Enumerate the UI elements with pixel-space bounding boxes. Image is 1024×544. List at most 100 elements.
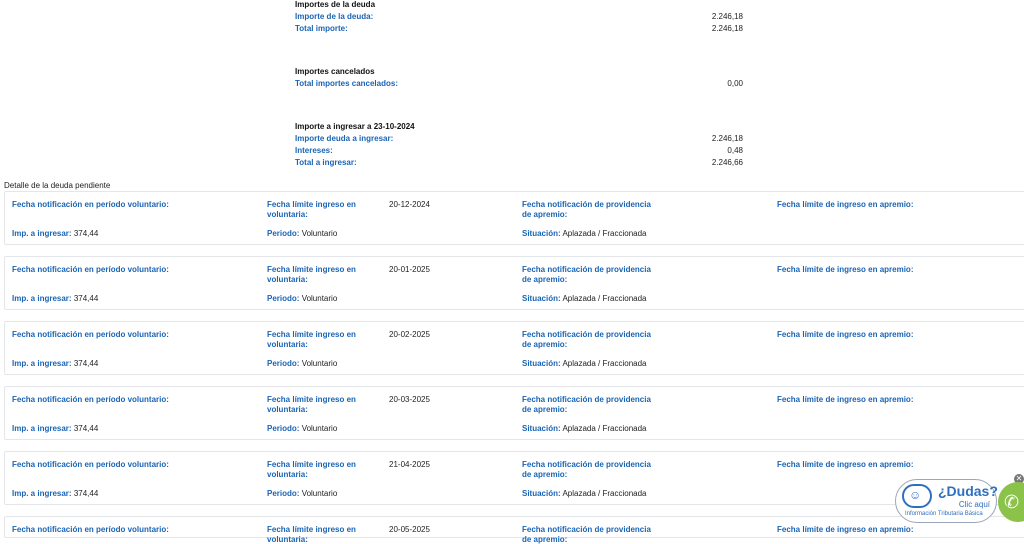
help-subtitle: Información Tributaria Básica [905,511,983,517]
label-limit-apremio: Fecha límite de ingreso en apremio: [777,395,914,404]
limit-date: 20-02-2025 [389,330,430,339]
status-field: Situación: Aplazada / Fraccionada [522,424,722,434]
status-field: Situación: Aplazada / Fraccionada [522,359,722,369]
amount-field: Imp. a ingresar: 374,44 [12,489,172,499]
label-limit-apremio: Fecha límite de ingreso en apremio: [777,330,914,339]
status-label: Situación: [522,229,561,238]
amount-label: Imp. a ingresar: [12,294,72,303]
label-notif-vol: Fecha notificación en período voluntario… [12,460,169,469]
detail-title: Detalle de la deuda pendiente [4,181,111,190]
limit-date: 20-05-2025 [389,525,430,534]
period-value: Voluntario [301,294,338,303]
period-field: Periodo: Voluntario [267,229,377,239]
status-field: Situación: Aplazada / Fraccionada [522,294,722,304]
amount-to-pay-section: Importe a ingresar a 23-10-2024 Importe … [295,121,743,169]
status-value: Aplazada / Fraccionada [562,424,647,433]
status-field: Situación: Aplazada / Fraccionada [522,489,722,499]
label-limit-vol: Fecha límite ingreso en voluntaria: [267,460,356,479]
summary-value: 2.246,18 [711,134,743,143]
label-notif-prov: Fecha notificación de providencia de apr… [522,265,651,284]
label-limit-apremio: Fecha límite de ingreso en apremio: [777,525,914,534]
label-notif-prov: Fecha notificación de providencia de apr… [522,525,651,544]
period-field: Periodo: Voluntario [267,359,377,369]
status-value: Aplazada / Fraccionada [562,294,647,303]
summary-label: Importe deuda a ingresar: [295,134,394,143]
cancelled-amounts-section: Importes cancelados Total importes cance… [295,66,743,90]
summary-value: 2.246,18 [711,12,743,21]
period-field: Periodo: Voluntario [267,489,377,499]
amount-field: Imp. a ingresar: 374,44 [12,229,172,239]
period-label: Periodo: [267,424,300,433]
period-label: Periodo: [267,489,300,498]
period-value: Voluntario [301,424,338,433]
summary-label: Importe de la deuda: [295,12,374,21]
period-field: Periodo: Voluntario [267,294,377,304]
label-notif-vol: Fecha notificación en período voluntario… [12,525,169,534]
summary-row: Total importes cancelados: 0,00 [295,78,743,90]
amount-label: Imp. a ingresar: [12,424,72,433]
label-notif-prov: Fecha notificación de providencia de apr… [522,395,651,414]
limit-date: 20-01-2025 [389,265,430,274]
period-value: Voluntario [301,359,338,368]
label-notif-vol: Fecha notificación en período voluntario… [12,200,169,209]
period-label: Periodo: [267,359,300,368]
period-label: Periodo: [267,229,300,238]
amount-field: Imp. a ingresar: 374,44 [12,294,172,304]
amount-value: 374,44 [73,424,99,433]
summary-value: 2.246,18 [711,24,743,33]
summary-value: 0,48 [727,146,743,155]
label-limit-vol: Fecha límite ingreso en voluntaria: [267,200,356,219]
help-widget[interactable]: ☺ ¿Dudas? Clic aquí Información Tributar… [895,479,998,523]
debt-installment-card: Fecha notificación en período voluntario… [4,191,1024,245]
debt-installment-card: Fecha notificación en período voluntario… [4,256,1024,310]
label-notif-prov: Fecha notificación de providencia de apr… [522,200,651,219]
amount-field: Imp. a ingresar: 374,44 [12,424,172,434]
summary-row: Intereses: 0,48 [295,145,743,157]
debt-installment-card: Fecha notificación en período voluntario… [4,386,1024,440]
label-limit-vol: Fecha límite ingreso en voluntaria: [267,395,356,414]
period-value: Voluntario [301,229,338,238]
label-limit-vol: Fecha límite ingreso en voluntaria: [267,265,356,284]
summary-value: 2.246,66 [711,158,743,167]
period-field: Periodo: Voluntario [267,424,377,434]
summary-label: Total a ingresar: [295,158,357,167]
status-label: Situación: [522,359,561,368]
amount-value: 374,44 [73,294,99,303]
label-limit-apremio: Fecha límite de ingreso en apremio: [777,460,914,469]
summary-row: Importe deuda a ingresar: 2.246,18 [295,133,743,145]
period-label: Periodo: [267,294,300,303]
section-title: Importes de la deuda [295,0,376,9]
amount-value: 374,44 [73,489,99,498]
amount-field: Imp. a ingresar: 374,44 [12,359,172,369]
label-limit-vol: Fecha límite ingreso en voluntaria: [267,525,356,544]
help-click-link[interactable]: Clic aquí [959,500,990,509]
summary-label: Total importe: [295,24,348,33]
status-value: Aplazada / Fraccionada [562,359,647,368]
amount-value: 374,44 [73,359,99,368]
debt-amounts-section: Importes de la deuda Importe de la deuda… [295,0,743,35]
summary-label: Intereses: [295,146,333,155]
headset-icon: ☺ [902,484,932,508]
summary-row: Total a ingresar: 2.246,66 [295,157,743,169]
label-notif-prov: Fecha notificación de providencia de apr… [522,460,651,479]
summary-row: Importe de la deuda: 2.246,18 [295,11,743,23]
status-value: Aplazada / Fraccionada [562,489,647,498]
status-value: Aplazada / Fraccionada [562,229,647,238]
debt-installment-card: Fecha notificación en período voluntario… [4,451,1024,505]
debt-installment-card: Fecha notificación en período voluntario… [4,516,1024,544]
period-value: Voluntario [301,489,338,498]
label-notif-vol: Fecha notificación en período voluntario… [12,265,169,274]
limit-date: 20-12-2024 [389,200,430,209]
amount-label: Imp. a ingresar: [12,359,72,368]
label-limit-vol: Fecha límite ingreso en voluntaria: [267,330,356,349]
label-limit-apremio: Fecha límite de ingreso en apremio: [777,200,914,209]
status-label: Situación: [522,424,561,433]
summary-value: 0,00 [727,79,743,88]
status-label: Situación: [522,294,561,303]
status-label: Situación: [522,489,561,498]
limit-date: 21-04-2025 [389,460,430,469]
debt-installment-card: Fecha notificación en período voluntario… [4,321,1024,375]
section-title: Importe a ingresar a 23-10-2024 [295,122,415,131]
summary-row: Total importe: 2.246,18 [295,23,743,35]
help-title: ¿Dudas? [938,483,998,499]
